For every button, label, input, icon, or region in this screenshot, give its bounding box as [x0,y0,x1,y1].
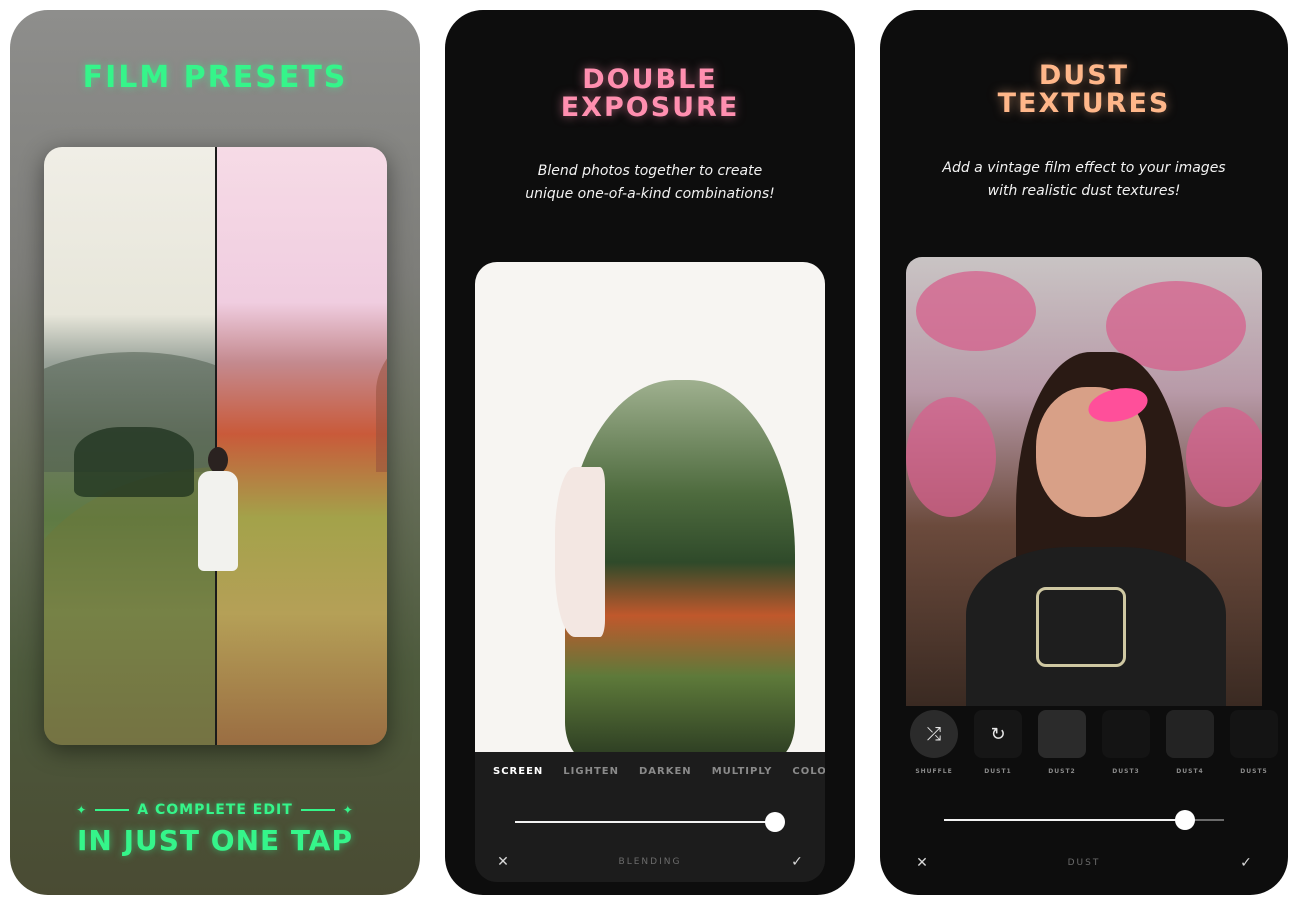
texture-preview[interactable] [1230,710,1278,758]
tab-screen[interactable]: SCREEN [493,766,543,777]
dust-textures-card: DUST TEXTURES Add a vintage film effect … [880,10,1288,895]
dust-textures-title: DUST TEXTURES [880,60,1288,120]
slider-knob[interactable] [765,812,785,832]
slider-fill [515,821,775,823]
thumb-label: DUST3 [1112,768,1140,775]
blossom [906,397,996,517]
bottom-bar: ✕ BLENDING ✓ [475,854,825,870]
tag-row: ✦ A COMPLETE EDIT ✦ [10,802,420,818]
thumb-label: DUST5 [1240,768,1268,775]
mountain [376,312,387,472]
texture-preview[interactable] [1038,710,1086,758]
compare-divider[interactable] [215,147,217,745]
shuffle-icon[interactable]: ⤮ [910,710,958,758]
blend-slider[interactable] [515,812,785,832]
title-line: TEXTURES [997,88,1171,120]
phone-editor: SCREEN LIGHTEN DARKEN MULTIPLY COLORBU ✕… [475,262,825,882]
dust-photo [906,257,1262,706]
film-presets-title: FILM PRESETS [82,60,348,95]
complete-edit-label: A COMPLETE EDIT [137,802,293,818]
slider-fill [944,819,1185,821]
sparkle-icon: ✦ [76,803,88,817]
blend-mode-tabs: SCREEN LIGHTEN DARKEN MULTIPLY COLORBU [493,766,825,777]
tab-multiply[interactable]: MULTIPLY [712,766,773,777]
texture-thumbnails: ⤮ SHUFFLE ↻ DUST1 DUST2 DUST3 DUST4 DUST… [910,710,1288,775]
divider [300,809,335,811]
thumb-dust1[interactable]: ↻ DUST1 [974,710,1022,775]
thumb-dust5[interactable]: DUST5 [1230,710,1278,775]
close-icon[interactable]: ✕ [495,854,511,870]
dust-textures-subtitle: Add a vintage film effect to your images… [900,157,1268,203]
trees [74,427,194,497]
sparkle-icon: ✦ [342,803,354,817]
close-icon[interactable]: ✕ [914,855,930,871]
shirt-print [1036,587,1126,667]
thumb-dust2[interactable]: DUST2 [1038,710,1086,775]
blossom [1186,407,1262,507]
thumb-shuffle[interactable]: ⤮ SHUFFLE [910,710,958,775]
texture-preview[interactable] [1102,710,1150,758]
thumb-label: DUST4 [1176,768,1204,775]
blossom [916,271,1036,351]
subtitle-line: Add a vintage film effect to your images [942,160,1226,176]
title-line: EXPOSURE [560,92,740,124]
subtitle-line: with realistic dust textures! [987,183,1181,199]
thumb-label: DUST1 [984,768,1012,775]
subtitle-line: unique one-of-a-kind combinations! [525,186,775,202]
tagline-block: ✦ A COMPLETE EDIT ✦ IN JUST ONE TAP [10,802,420,857]
tab-lighten[interactable]: LIGHTEN [563,766,619,777]
double-exposure-title: DOUBLE EXPOSURE [445,64,855,124]
before-image [44,147,387,745]
reset-icon[interactable]: ↻ [974,710,1022,758]
bottom-bar: ✕ DUST ✓ [880,855,1288,871]
face-profile [555,467,605,637]
thumb-dust3[interactable]: DUST3 [1102,710,1150,775]
texture-preview[interactable] [1166,710,1214,758]
blend-controls: SCREEN LIGHTEN DARKEN MULTIPLY COLORBU ✕… [475,752,825,882]
subtitle-line: Blend photos together to create [537,163,763,179]
person-figure [194,447,240,577]
double-exposure-card: DOUBLE EXPOSURE Blend photos together to… [445,10,855,895]
title-line: DOUBLE [582,64,718,95]
tagline: IN JUST ONE TAP [77,824,353,857]
dust-label: DUST [1067,858,1101,868]
title-line: DUST [1038,60,1130,91]
person-dress [198,471,238,571]
blending-label: BLENDING [618,857,682,867]
checkmark-icon[interactable]: ✓ [1238,855,1254,871]
dust-slider[interactable] [944,810,1224,830]
divider [95,809,130,811]
before-after-photo[interactable] [44,147,387,745]
checkmark-icon[interactable]: ✓ [789,854,805,870]
double-exposure-photo [475,262,825,760]
thumb-label: SHUFFLE [915,768,953,775]
after-image [216,147,387,745]
thumb-label: DUST2 [1048,768,1076,775]
slider-knob[interactable] [1174,810,1195,830]
film-presets-card: FILM PRESETS ✦ A COMPLETE EDIT ✦ IN JUST… [10,10,420,895]
double-exposure-subtitle: Blend photos together to create unique o… [465,160,835,206]
tab-darken[interactable]: DARKEN [639,766,692,777]
tab-colorburn[interactable]: COLORBU [792,766,825,777]
person-head [208,447,228,473]
thumb-dust4[interactable]: DUST4 [1166,710,1214,775]
